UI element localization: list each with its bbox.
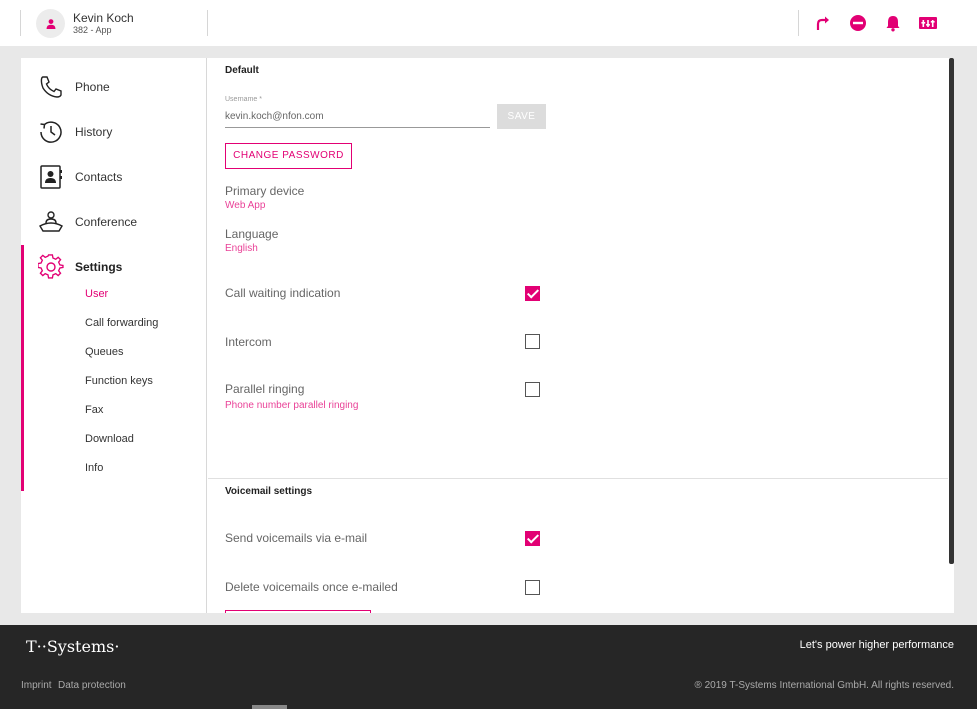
- parallel-ringing-link[interactable]: Phone number parallel ringing: [225, 400, 358, 411]
- user-extension: 382 - App: [73, 25, 112, 35]
- t-systems-logo: T··Systems·: [26, 637, 120, 656]
- send-voicemail-label: Send voicemails via e-mail: [225, 531, 368, 545]
- sidebar-item-history[interactable]: History: [21, 112, 207, 152]
- sidebar-item-label: Contacts: [75, 170, 123, 184]
- copyright: ® 2019 T-Systems International GmbH. All…: [694, 680, 954, 691]
- send-voicemail-checkbox[interactable]: [525, 531, 540, 546]
- sidebar-item-label: History: [75, 125, 113, 139]
- bell-icon[interactable]: [882, 12, 904, 34]
- partial-button[interactable]: [225, 610, 371, 613]
- contacts-icon: [40, 165, 62, 189]
- sidebar-item-contacts[interactable]: Contacts: [21, 157, 207, 197]
- user-icon: [46, 18, 55, 29]
- change-password-button[interactable]: CHANGE PASSWORD: [225, 143, 352, 169]
- redirect-icon[interactable]: [812, 12, 834, 34]
- sidebar-item-settings[interactable]: Settings: [21, 247, 207, 287]
- save-button[interactable]: SAVE: [497, 104, 546, 129]
- primary-device-value[interactable]: Web App: [225, 200, 265, 211]
- sub-item-queues[interactable]: Queues: [85, 346, 124, 358]
- username-input[interactable]: kevin.koch@nfon.com: [225, 107, 490, 128]
- avatar[interactable]: [36, 9, 65, 38]
- delete-voicemail-checkbox[interactable]: [525, 580, 540, 595]
- intercom-label: Intercom: [225, 335, 272, 349]
- horizontal-scrollbar[interactable]: [252, 705, 287, 709]
- main-card: Phone History Contacts Conference Settin…: [21, 58, 954, 613]
- conference-icon: [39, 211, 63, 232]
- call-waiting-checkbox[interactable]: [525, 286, 540, 301]
- section-title-voicemail: Voicemail settings: [225, 486, 313, 497]
- gear-icon: [38, 254, 64, 279]
- sidebar-item-phone[interactable]: Phone: [21, 67, 207, 107]
- footer: T··Systems· Let's power higher performan…: [0, 625, 977, 709]
- username-label: Username *: [225, 96, 262, 103]
- history-icon: [40, 121, 62, 143]
- sub-item-fax[interactable]: Fax: [85, 404, 103, 416]
- switchboard-icon[interactable]: [917, 12, 939, 34]
- phone-icon: [40, 76, 62, 98]
- imprint-link[interactable]: Imprint: [21, 680, 52, 691]
- parallel-ringing-label: Parallel ringing: [225, 382, 305, 396]
- do-not-disturb-icon[interactable]: [847, 12, 869, 34]
- data-protection-link[interactable]: Data protection: [58, 680, 126, 691]
- delete-voicemail-label: Delete voicemails once e-mailed: [225, 580, 398, 594]
- section-divider: [208, 478, 948, 479]
- top-bar: Kevin Koch 382 - App: [0, 0, 977, 46]
- sub-item-call-forwarding[interactable]: Call forwarding: [85, 317, 158, 329]
- sub-item-user[interactable]: User: [85, 288, 108, 300]
- settings-content: Default Username * kevin.koch@nfon.com S…: [208, 58, 948, 613]
- parallel-ringing-checkbox[interactable]: [525, 382, 540, 397]
- language-label: Language: [225, 227, 279, 241]
- sidebar-item-label: Settings: [75, 260, 123, 274]
- divider: [20, 10, 21, 36]
- sidebar-item-conference[interactable]: Conference: [21, 202, 207, 242]
- sidebar-item-label: Phone: [75, 80, 110, 94]
- language-value[interactable]: English: [225, 243, 258, 254]
- sub-item-function-keys[interactable]: Function keys: [85, 375, 153, 387]
- sidebar-item-label: Conference: [75, 215, 138, 229]
- call-waiting-label: Call waiting indication: [225, 286, 341, 300]
- divider: [798, 10, 799, 36]
- sidebar: Phone History Contacts Conference Settin…: [21, 58, 207, 613]
- intercom-checkbox[interactable]: [525, 334, 540, 349]
- divider: [207, 10, 208, 36]
- primary-device-label: Primary device: [225, 184, 305, 198]
- user-name: Kevin Koch: [73, 11, 134, 25]
- scrollbar[interactable]: [949, 58, 954, 564]
- section-title-default: Default: [225, 65, 259, 76]
- sub-item-download[interactable]: Download: [85, 433, 134, 445]
- tagline: Let's power higher performance: [799, 639, 954, 651]
- sub-item-info[interactable]: Info: [85, 462, 103, 474]
